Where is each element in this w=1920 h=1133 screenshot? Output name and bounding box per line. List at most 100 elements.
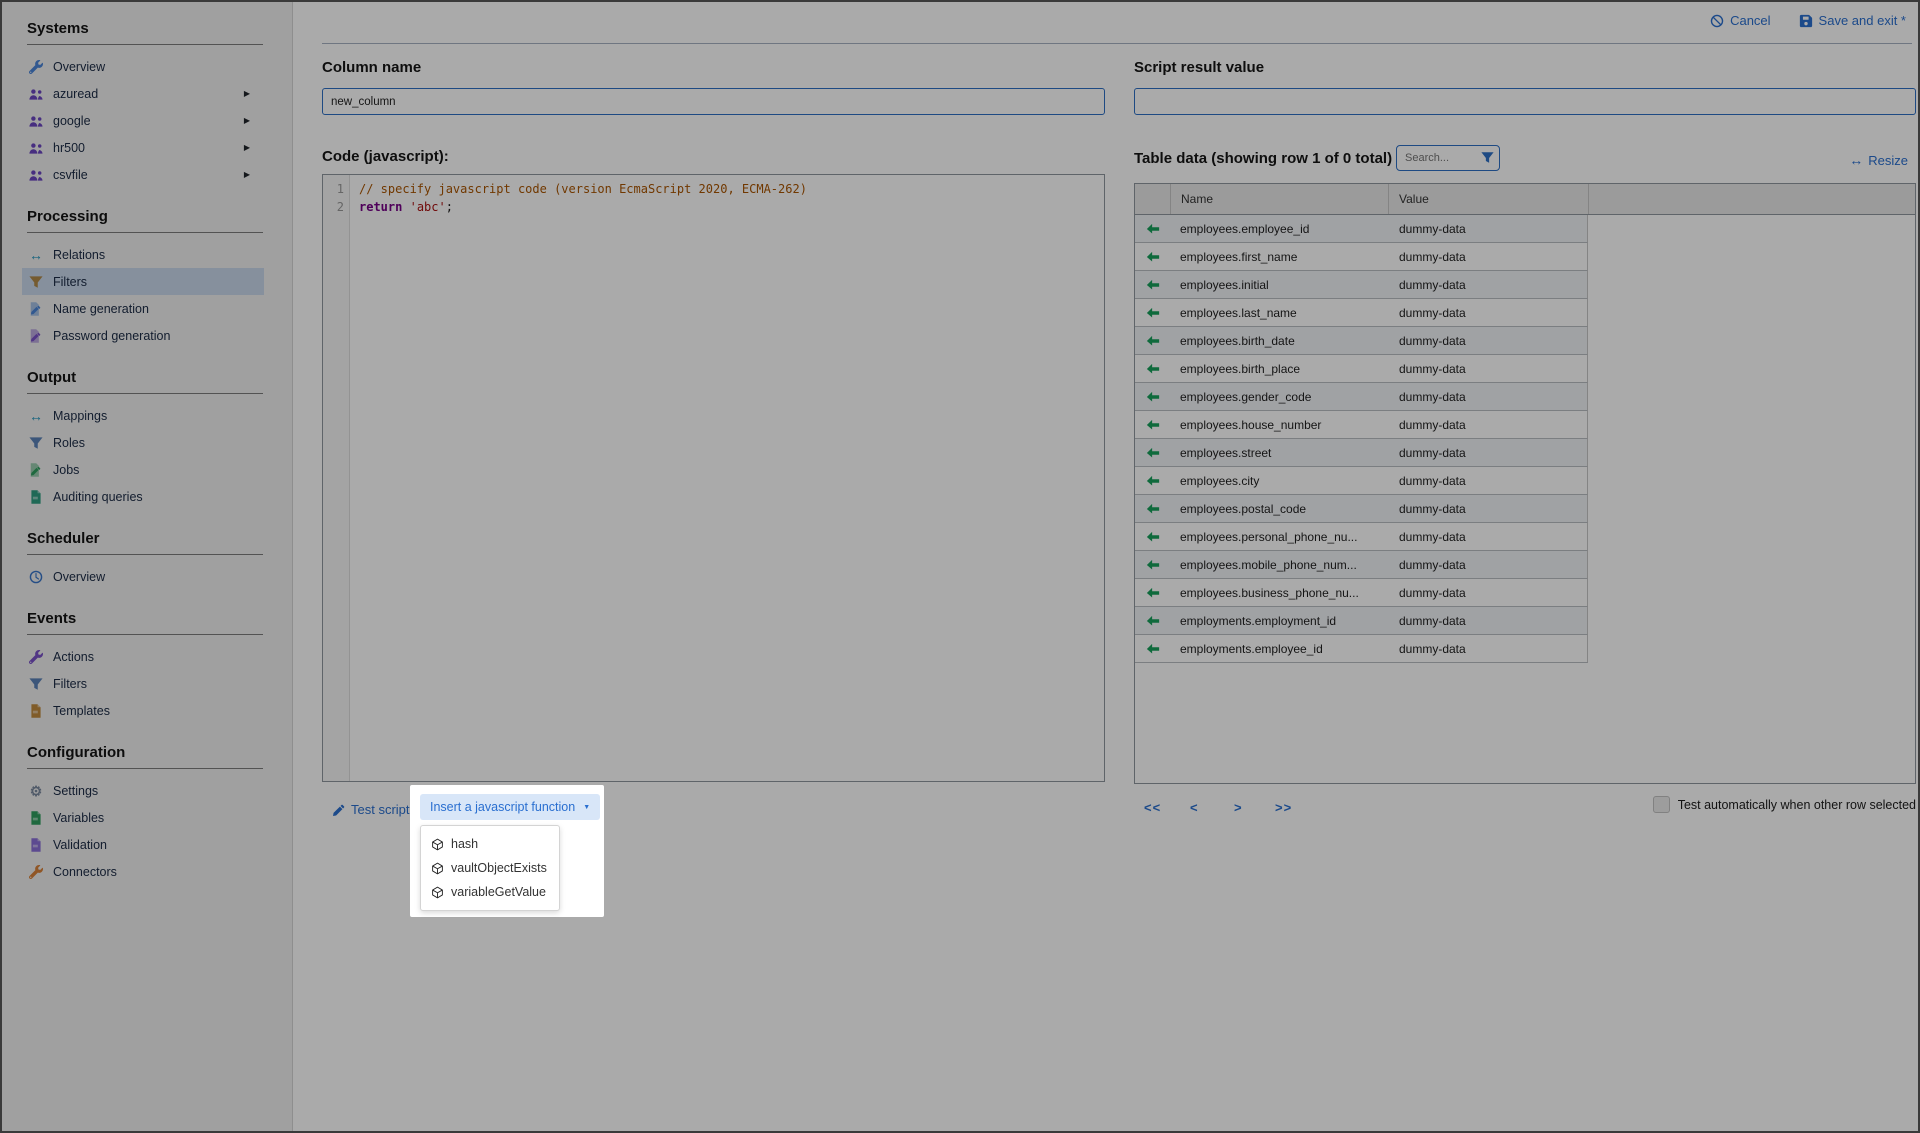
sidebar-item-systems-overview[interactable]: Overview xyxy=(22,53,264,80)
test-script-button[interactable]: Test script xyxy=(333,802,410,817)
users-icon xyxy=(29,168,43,182)
insert-field-arrow-button[interactable] xyxy=(1135,642,1170,656)
sidebar-item-label: Actions xyxy=(53,650,94,664)
insert-field-arrow-button[interactable] xyxy=(1135,446,1170,460)
funnel-icon xyxy=(29,275,43,289)
table-row: employments.employment_iddummy-data xyxy=(1135,607,1588,635)
insert-field-arrow-button[interactable] xyxy=(1135,502,1170,516)
sidebar-item-label: Mappings xyxy=(53,409,107,423)
filter-icon xyxy=(1481,151,1494,164)
insert-field-arrow-button[interactable] xyxy=(1135,418,1170,432)
function-dropdown-menu: hashvaultObjectExistsvariableGetValue xyxy=(420,825,560,911)
sidebar-item-label: hr500 xyxy=(53,141,85,155)
arrow-left-icon xyxy=(1146,390,1160,404)
sidebar-item-systems-azuread[interactable]: azuread▶ xyxy=(22,80,264,107)
sidebar-item-processing-password-generation[interactable]: Password generation xyxy=(22,322,264,349)
sidebar-item-output-roles[interactable]: Roles xyxy=(22,429,264,456)
chevron-right-icon: ▶ xyxy=(244,170,250,179)
page-next-button[interactable]: > xyxy=(1234,800,1243,815)
table-row: employees.gender_codedummy-data xyxy=(1135,383,1588,411)
sidebar-item-systems-csvfile[interactable]: csvfile▶ xyxy=(22,161,264,188)
column-header-name: Name xyxy=(1170,184,1388,214)
sidebar-item-events-filters[interactable]: Filters xyxy=(22,670,264,697)
row-value: dummy-data xyxy=(1388,278,1466,292)
sidebar-item-output-auditing-queries[interactable]: Auditing queries xyxy=(22,483,264,510)
table-row: employees.birth_datedummy-data xyxy=(1135,327,1588,355)
function-menu-item-hash[interactable]: hash xyxy=(421,832,559,856)
row-name: employees.city xyxy=(1170,474,1388,488)
sidebar-item-label: Variables xyxy=(53,811,104,825)
function-menu-item-variablegetvalue[interactable]: variableGetValue xyxy=(421,880,559,904)
sidebar-item-events-templates[interactable]: Templates xyxy=(22,697,264,724)
sidebar-item-configuration-validation[interactable]: Validation xyxy=(22,831,264,858)
sidebar-item-output-jobs[interactable]: Jobs xyxy=(22,456,264,483)
table-row: employees.initialdummy-data xyxy=(1135,271,1588,299)
section-title-processing: Processing xyxy=(27,208,263,233)
sidebar-item-systems-google[interactable]: google ▶ xyxy=(22,107,264,134)
insert-field-arrow-button[interactable] xyxy=(1135,586,1170,600)
sidebar-item-scheduler-overview[interactable]: Overview xyxy=(22,563,264,590)
page-prev-button[interactable]: < xyxy=(1190,800,1199,815)
sidebar-item-output-mappings[interactable]: ↔Mappings xyxy=(22,402,264,429)
cancel-button[interactable]: Cancel xyxy=(1710,13,1770,28)
column-name-label: Column name xyxy=(322,59,421,76)
auto-test-option: Test automatically when other row select… xyxy=(1653,796,1916,813)
pagination: <<<>>> xyxy=(1134,800,1434,818)
chevron-right-icon: ▶ xyxy=(244,89,250,98)
insert-field-arrow-button[interactable] xyxy=(1135,278,1170,292)
sidebar-item-label: Validation xyxy=(53,838,107,852)
insert-field-arrow-button[interactable] xyxy=(1135,362,1170,376)
code-line: return 'abc'; xyxy=(359,198,807,216)
save-and-exit-button[interactable]: Save and exit * xyxy=(1799,13,1906,28)
users-icon xyxy=(29,114,43,128)
code-line: // specify javascript code (version Ecma… xyxy=(359,180,807,198)
insert-field-arrow-button[interactable] xyxy=(1135,334,1170,348)
insert-field-arrow-button[interactable] xyxy=(1135,530,1170,544)
section-title-configuration: Configuration xyxy=(27,744,263,769)
arrow-left-icon xyxy=(1146,530,1160,544)
doc-icon xyxy=(29,838,43,852)
sidebar-item-configuration-variables[interactable]: Variables xyxy=(22,804,264,831)
sidebar-item-processing-relations[interactable]: ↔Relations xyxy=(22,241,264,268)
cube-icon xyxy=(431,838,444,851)
sidebar-item-configuration-connectors[interactable]: Connectors xyxy=(22,858,264,885)
resize-arrows-icon: ↔ xyxy=(1849,152,1863,168)
page-first-button[interactable]: << xyxy=(1144,800,1161,815)
insert-function-dropdown-button[interactable]: Insert a javascript function ▼ xyxy=(420,794,600,820)
table-row: employees.first_namedummy-data xyxy=(1135,243,1588,271)
column-name-input[interactable] xyxy=(322,88,1105,115)
column-header-value: Value xyxy=(1388,184,1588,214)
insert-field-arrow-button[interactable] xyxy=(1135,250,1170,264)
row-name: employments.employee_id xyxy=(1170,642,1388,656)
sidebar-item-label: Name generation xyxy=(53,302,149,316)
insert-field-arrow-button[interactable] xyxy=(1135,306,1170,320)
table-row: employees.mobile_phone_num...dummy-data xyxy=(1135,551,1588,579)
insert-field-arrow-button[interactable] xyxy=(1135,614,1170,628)
section-title-output: Output xyxy=(27,369,263,394)
sidebar-item-configuration-settings[interactable]: ⚙Settings xyxy=(22,777,264,804)
resize-button[interactable]: ↔ Resize xyxy=(1849,152,1908,168)
sidebar-item-processing-filters[interactable]: Filters xyxy=(22,268,264,295)
sidebar-item-processing-name-generation[interactable]: Name generation xyxy=(22,295,264,322)
chevron-right-icon: ▶ xyxy=(244,116,250,125)
code-editor[interactable]: 12 // specify javascript code (version E… xyxy=(322,174,1105,782)
function-menu-item-vaultobjectexists[interactable]: vaultObjectExists xyxy=(421,856,559,880)
sidebar-item-systems-hr500[interactable]: hr500▶ xyxy=(22,134,264,161)
table-row: employments.employee_iddummy-data xyxy=(1135,635,1588,663)
auto-test-checkbox[interactable] xyxy=(1653,796,1670,813)
insert-field-arrow-button[interactable] xyxy=(1135,390,1170,404)
page-last-button[interactable]: >> xyxy=(1275,800,1292,815)
save-label: Save and exit * xyxy=(1819,13,1906,28)
row-value: dummy-data xyxy=(1388,362,1466,376)
insert-function-label: Insert a javascript function xyxy=(430,800,575,814)
insert-field-arrow-button[interactable] xyxy=(1135,222,1170,236)
row-value: dummy-data xyxy=(1388,586,1466,600)
row-name: employments.employment_id xyxy=(1170,614,1388,628)
script-result-input[interactable] xyxy=(1134,88,1916,115)
row-name: employees.birth_place xyxy=(1170,362,1388,376)
sidebar-item-label: google xyxy=(53,114,91,128)
sidebar-item-events-actions[interactable]: Actions xyxy=(22,643,264,670)
insert-field-arrow-button[interactable] xyxy=(1135,558,1170,572)
insert-field-arrow-button[interactable] xyxy=(1135,474,1170,488)
topbar: Cancel Save and exit * xyxy=(1710,13,1906,28)
